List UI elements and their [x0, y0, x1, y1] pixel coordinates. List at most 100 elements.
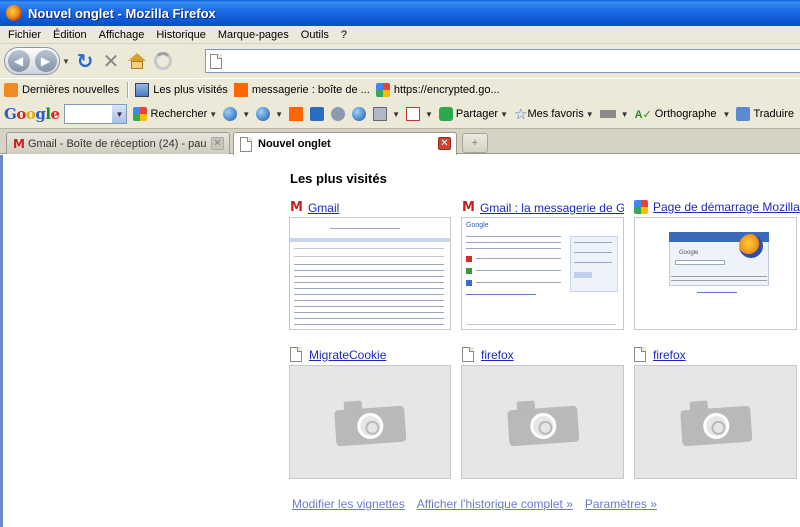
puzzle-icon[interactable] [331, 107, 346, 121]
tile-title-firefox-2[interactable]: firefox [634, 347, 794, 362]
google-mini-logo: Google [466, 222, 489, 229]
url-bar[interactable] [205, 49, 800, 73]
tile-link[interactable]: firefox [481, 348, 514, 362]
tile-link[interactable]: firefox [653, 348, 686, 362]
menu-historique[interactable]: Historique [150, 29, 212, 41]
bookmark-messagerie[interactable]: messagerie : boîte de ... [233, 82, 370, 97]
tile-title-gmail-messagerie[interactable]: M Gmail : la messagerie de G [462, 200, 624, 215]
toolbar-misc: ▼ [599, 110, 629, 119]
forward-button[interactable]: ▶ [34, 50, 57, 72]
google-logo[interactable]: Google [4, 105, 60, 123]
camera-icon[interactable] [310, 107, 325, 121]
tile-title-gmail[interactable]: M Gmail [290, 200, 450, 215]
bookmark-encrypted-google[interactable]: https://encrypted.go... [375, 82, 500, 97]
tile-thumbnail-gmail-messagerie[interactable]: Google [461, 217, 624, 330]
gmail-icon: M [462, 200, 475, 215]
google-icon [133, 107, 148, 121]
tile-thumbnail-gmail[interactable] [289, 217, 451, 330]
stop-button[interactable]: ✕ [98, 48, 124, 74]
globe-icon[interactable] [352, 107, 367, 121]
gmail-icon: M [13, 136, 25, 151]
tile-title-migratecookie[interactable]: MigrateCookie [290, 347, 450, 362]
camera-placeholder-icon [506, 398, 579, 447]
tile-thumbnail-mozilla-start[interactable]: Google [634, 217, 797, 330]
window-edge [0, 155, 3, 527]
throbber-icon [150, 48, 176, 74]
chevron-down-icon[interactable]: ▼ [112, 105, 127, 123]
share-button[interactable]: Partager ▼ [438, 107, 508, 121]
tile-title-mozilla-start[interactable]: Page de démarrage Mozilla [634, 200, 800, 214]
chevron-down-icon[interactable]: ▼ [392, 110, 400, 119]
google-search-button[interactable]: Rechercher ▼ [133, 107, 217, 121]
tile-link[interactable]: MigrateCookie [309, 348, 386, 362]
chevron-down-icon[interactable]: ▼ [275, 110, 283, 119]
globe-icon[interactable] [256, 107, 271, 121]
home-icon [128, 53, 146, 69]
tab-gmail[interactable]: M Gmail - Boîte de réception (24) - paul… [6, 132, 230, 154]
menu-fichier[interactable]: Fichier [2, 29, 47, 41]
title-bar: Nouvel onglet - Mozilla Firefox [0, 0, 800, 26]
menu-bar: Fichier Édition Affichage Historique Mar… [0, 26, 800, 44]
new-tab-button[interactable]: + [462, 133, 488, 153]
history-dropdown-icon[interactable]: ▼ [62, 57, 72, 66]
chevron-down-icon[interactable]: ▼ [500, 110, 508, 119]
spelling-button[interactable]: A✓ Orthographe ▼ [635, 108, 731, 121]
globe-icon[interactable] [223, 107, 238, 121]
settings-link[interactable]: Paramètres » [585, 497, 657, 511]
translate-button[interactable]: Traduire [736, 107, 794, 121]
menu-help[interactable]: ? [335, 29, 353, 41]
tile-thumbnail-firefox-2[interactable] [634, 365, 797, 479]
menu-affichage[interactable]: Affichage [93, 29, 151, 41]
toolbar-icons-group-2: ▼ ▼ ▼ [256, 107, 433, 121]
chevron-down-icon[interactable]: ▼ [586, 110, 594, 119]
google-icon [375, 82, 390, 97]
tile-link[interactable]: Gmail : la messagerie de G [480, 201, 624, 215]
gmail-icon: M [290, 200, 303, 215]
page-icon [240, 136, 252, 152]
tile-link[interactable]: Gmail [308, 201, 339, 215]
chevron-down-icon[interactable]: ▼ [425, 110, 433, 119]
toolbar-icons-group: ▼ [223, 107, 250, 121]
window-icon[interactable] [373, 107, 388, 121]
favorites-button[interactable]: ☆ Mes favoris ▼ [514, 105, 594, 123]
chevron-down-icon[interactable]: ▼ [723, 110, 731, 119]
page-icon [210, 53, 222, 69]
chevron-down-icon[interactable]: ▼ [209, 110, 217, 119]
tile-thumbnail-firefox-1[interactable] [461, 365, 624, 479]
star-icon: ☆ [514, 106, 528, 123]
close-tab-icon[interactable]: ✕ [211, 137, 224, 150]
window-title: Nouvel onglet - Mozilla Firefox [28, 5, 216, 21]
bookmark-most-visited[interactable]: Les plus visités [135, 82, 228, 97]
menu-outils[interactable]: Outils [295, 29, 335, 41]
camera-placeholder-icon [679, 398, 752, 447]
chevron-down-icon[interactable]: ▼ [621, 110, 629, 119]
reload-button[interactable]: ↻ [72, 48, 98, 74]
battery-icon[interactable] [599, 110, 616, 118]
bookmark-latest-news[interactable]: Dernières nouvelles [4, 82, 119, 97]
back-button[interactable]: ◀ [7, 50, 30, 72]
show-history-link[interactable]: Afficher l'historique complet » [417, 497, 573, 511]
new-tab-footer: Modifier les vignettes Afficher l'histor… [292, 497, 669, 511]
home-button[interactable] [124, 48, 150, 74]
tile-link[interactable]: Page de démarrage Mozilla [653, 200, 800, 214]
firefox-logo-icon [739, 234, 763, 258]
edit-thumbnails-link[interactable]: Modifier les vignettes [292, 497, 405, 511]
tab-new-tab[interactable]: Nouvel onglet ✕ [233, 132, 457, 155]
page-icon [290, 347, 302, 362]
tile-title-firefox-1[interactable]: firefox [462, 347, 622, 362]
page-icon [462, 347, 474, 362]
orange-icon[interactable] [289, 107, 304, 121]
back-forward-group: ◀ ▶ [4, 47, 60, 75]
google-search-input[interactable]: ▼ [63, 104, 128, 124]
google-icon [634, 200, 648, 214]
bullet-icon [466, 256, 472, 262]
bookmarks-toolbar: Dernières nouvelles Les plus visités mes… [0, 78, 800, 100]
translate-icon [736, 107, 751, 121]
menu-edition[interactable]: Édition [47, 29, 93, 41]
close-tab-icon[interactable]: ✕ [438, 137, 451, 150]
chevron-down-icon[interactable]: ▼ [242, 110, 250, 119]
gmail-icon[interactable] [405, 107, 420, 121]
tile-thumbnail-migratecookie[interactable] [289, 365, 451, 479]
menu-marque-pages[interactable]: Marque-pages [212, 29, 295, 41]
tab-bar: M Gmail - Boîte de réception (24) - paul… [0, 128, 800, 155]
